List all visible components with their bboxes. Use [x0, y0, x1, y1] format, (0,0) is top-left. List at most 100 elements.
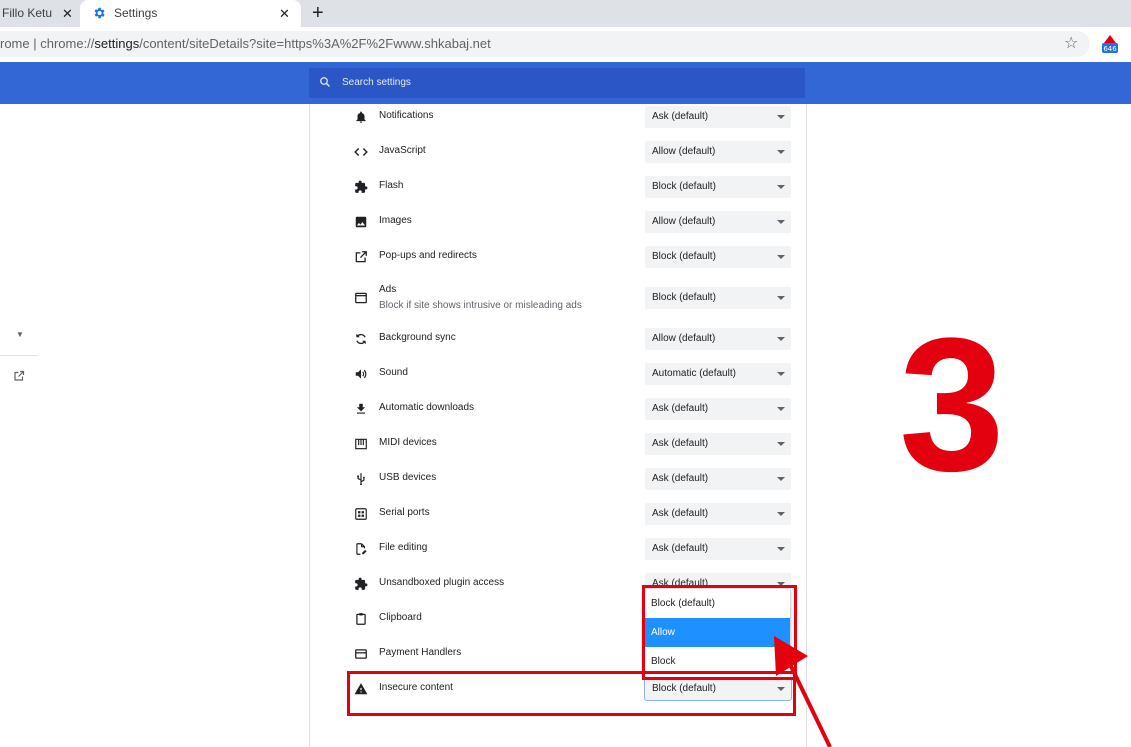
tab-title: Settings	[114, 6, 158, 20]
dropdown-arrow-icon	[777, 512, 785, 516]
select-value: Allow (default)	[652, 216, 716, 227]
select-value: Ask (default)	[652, 508, 709, 519]
open-in-new-icon	[355, 251, 367, 263]
background-sync-select[interactable]: Allow (default)	[645, 328, 791, 350]
annotation-box-insecure-content	[347, 671, 796, 716]
dropdown-arrow-icon	[777, 150, 785, 154]
pop-ups-and-redirects-select[interactable]: Block (default)	[645, 246, 791, 268]
select-value: Ask (default)	[652, 473, 709, 484]
select-value: Allow (default)	[652, 333, 716, 344]
open-in-new-icon[interactable]	[13, 370, 25, 382]
select-value: Ask (default)	[652, 438, 709, 449]
url-text: rome | chrome://settings/content/siteDet…	[0, 36, 491, 51]
sync-icon	[356, 333, 366, 345]
download-icon	[356, 403, 366, 414]
close-icon[interactable]: ✕	[279, 6, 290, 22]
permission-label: Notifications	[379, 110, 434, 121]
extension-icon[interactable]: 646	[1100, 34, 1120, 54]
permission-row-automatic-downloads: Automatic downloads Ask (default)	[310, 392, 806, 427]
toolbar: rome | chrome://settings/content/siteDet…	[0, 27, 1131, 63]
select-value: Automatic (default)	[652, 368, 736, 379]
automatic-downloads-select[interactable]: Ask (default)	[645, 398, 791, 420]
tab-settings[interactable]: Settings ✕	[80, 0, 301, 27]
serial-port-icon	[355, 508, 367, 520]
select-value: Block (default)	[652, 292, 716, 303]
permission-row-background-sync: Background sync Allow (default)	[310, 322, 806, 357]
bookmark-star-icon[interactable]: ☆	[1064, 33, 1078, 53]
new-tab-button[interactable]: +	[312, 2, 324, 25]
permission-row-file-editing: File editing Ask (default)	[310, 532, 806, 567]
permission-row-javascript: JavaScript Allow (default)	[310, 135, 806, 170]
url-prefix: rome | chrome://	[0, 36, 95, 51]
dropdown-arrow-icon	[777, 220, 785, 224]
bell-icon	[356, 111, 366, 123]
permission-row-pop-ups-and-redirects: Pop-ups and redirects Block (default)	[310, 240, 806, 275]
dropdown-arrow-icon	[777, 337, 785, 341]
address-bar[interactable]: rome | chrome://settings/content/siteDet…	[0, 31, 1090, 57]
puzzle-icon	[355, 577, 368, 590]
nav-divider	[0, 355, 38, 356]
window-icon	[355, 292, 367, 304]
notifications-select[interactable]: Ask (default)	[645, 106, 791, 128]
volume-icon	[355, 369, 367, 379]
permission-row-midi-devices: MIDI devices Ask (default)	[310, 427, 806, 462]
ads-select[interactable]: Block (default)	[645, 287, 791, 309]
tab-title: Fillo Ketu	[2, 6, 53, 20]
search-icon	[320, 77, 330, 87]
credit-card-icon	[355, 649, 367, 659]
images-select[interactable]: Allow (default)	[645, 211, 791, 233]
tab-strip: Fillo Ketu ✕ Settings ✕ +	[0, 0, 1131, 27]
permission-label: MIDI devices	[379, 437, 437, 448]
permission-row-sound: Sound Automatic (default)	[310, 357, 806, 392]
usb-devices-select[interactable]: Ask (default)	[645, 468, 791, 490]
url-path: /content/siteDetails?site=https%3A%2F%2F…	[139, 36, 491, 51]
permission-row-notifications: Notifications Ask (default)	[310, 100, 806, 135]
select-value: Ask (default)	[652, 403, 709, 414]
clipboard-icon	[356, 613, 366, 625]
file-edit-icon	[356, 543, 367, 555]
tab-fillo-ketu[interactable]: Fillo Ketu ✕	[0, 0, 80, 27]
permission-label: Flash	[379, 180, 404, 191]
permission-label: Unsandboxed plugin access	[379, 577, 505, 588]
settings-header: Search settings	[0, 62, 1131, 104]
permission-label: USB devices	[379, 472, 437, 483]
permission-row-ads: Ads Block if site shows intrusive or misl…	[310, 277, 806, 319]
midi-devices-select[interactable]: Ask (default)	[645, 433, 791, 455]
permission-label: Automatic downloads	[379, 402, 475, 413]
search-input[interactable]: Search settings	[309, 68, 805, 98]
serial-ports-select[interactable]: Ask (default)	[645, 503, 791, 525]
dropdown-arrow-icon	[777, 185, 785, 189]
permission-label: Images	[379, 215, 412, 226]
sound-select[interactable]: Automatic (default)	[645, 363, 791, 385]
dropdown-arrow-icon	[777, 477, 785, 481]
code-icon	[354, 148, 368, 156]
file-editing-select[interactable]: Ask (default)	[645, 538, 791, 560]
dropdown-arrow-icon	[777, 296, 785, 300]
chevron-down-icon[interactable]: ▼	[16, 330, 24, 339]
permission-label: Serial ports	[379, 507, 430, 518]
permission-description: Block if site shows intrusive or mislead…	[379, 300, 582, 311]
piano-icon	[355, 438, 367, 450]
search-placeholder: Search settings	[342, 77, 411, 88]
permission-label: Payment Handlers	[379, 647, 462, 658]
dropdown-arrow-icon	[777, 115, 785, 119]
select-value: Allow (default)	[652, 146, 716, 157]
select-value: Ask (default)	[652, 111, 709, 122]
permission-row-serial-ports: Serial ports Ask (default)	[310, 497, 806, 532]
permission-label: Pop-ups and redirects	[379, 250, 477, 261]
select-value: Block (default)	[652, 251, 716, 262]
permission-row-images: Images Allow (default)	[310, 205, 806, 240]
dropdown-arrow-icon	[777, 255, 785, 259]
dropdown-arrow-icon	[777, 442, 785, 446]
url-host: settings	[94, 36, 140, 51]
close-icon[interactable]: ✕	[62, 6, 73, 22]
permission-label: Sound	[379, 367, 408, 378]
javascript-select[interactable]: Allow (default)	[645, 141, 791, 163]
permission-label: JavaScript	[379, 145, 426, 156]
permission-row-flash: Flash Block (default)	[310, 170, 806, 205]
permission-label: File editing	[379, 542, 428, 553]
permission-label: Ads	[379, 284, 397, 295]
annotation-arrow-icon	[774, 636, 832, 747]
flash-select[interactable]: Block (default)	[645, 176, 791, 198]
image-icon	[355, 216, 367, 228]
